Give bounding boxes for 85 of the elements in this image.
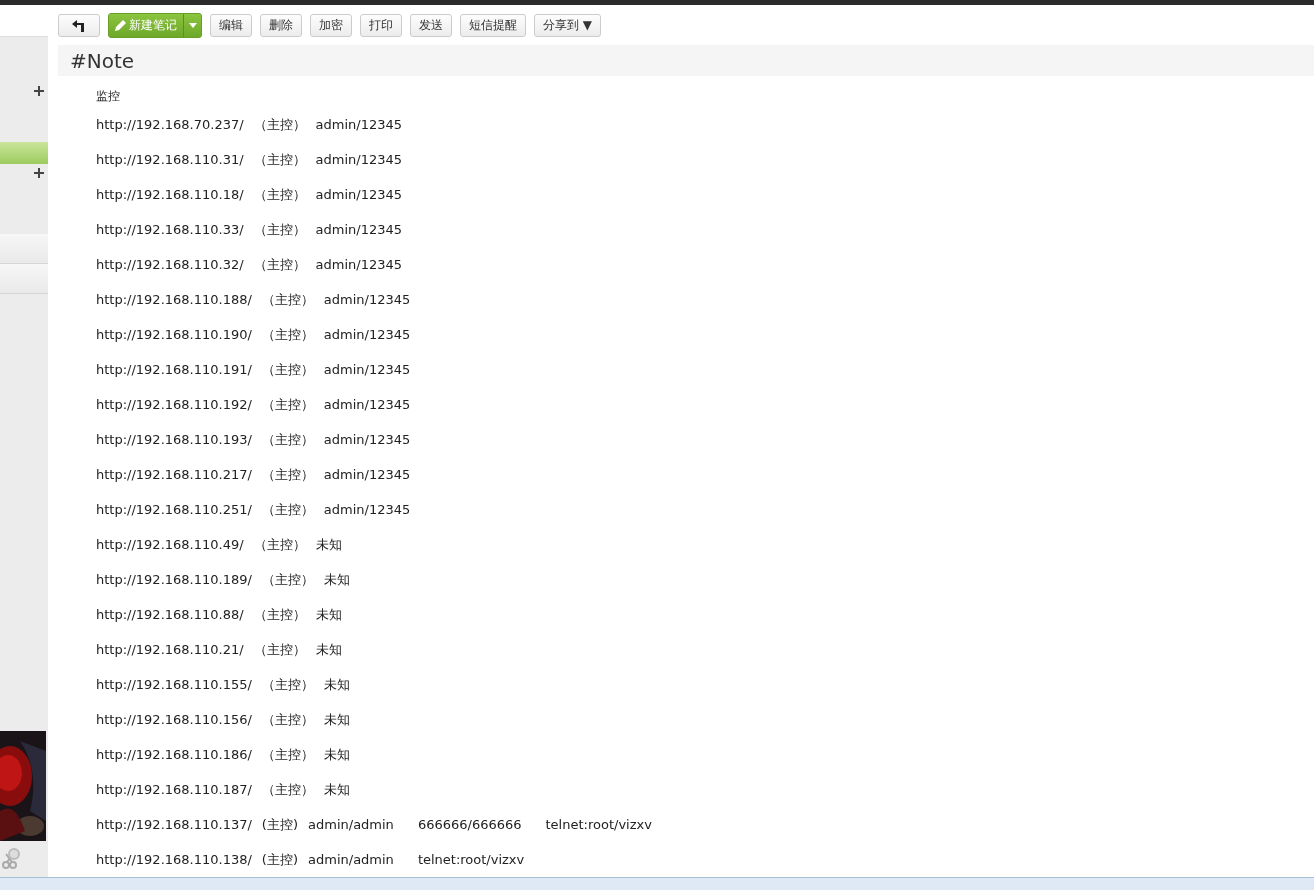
toolbar-button[interactable]: 短信提醒 <box>460 14 526 37</box>
note-text: admin/12345 <box>323 502 411 517</box>
note-text: admin/12345 <box>315 152 403 167</box>
note-url: http://192.168.110.187/ <box>96 782 252 797</box>
note-text: （主控） <box>253 255 306 274</box>
note-text: （主控） <box>253 220 306 239</box>
note-url: http://192.168.110.138/ <box>96 852 252 867</box>
note-text: （主控） <box>253 150 306 169</box>
note-url: http://192.168.110.33/ <box>96 222 244 237</box>
toolbar-button[interactable]: 发送 <box>410 14 452 37</box>
note-text: admin/12345 <box>323 362 411 377</box>
note-text: admin/12345 <box>323 397 411 412</box>
note-url: http://192.168.110.156/ <box>96 712 252 727</box>
note-url: http://192.168.110.190/ <box>96 327 252 342</box>
note-text: （主控） <box>261 325 314 344</box>
note-text: （主控） <box>261 570 314 589</box>
note-url: http://192.168.110.191/ <box>96 362 252 377</box>
note-text: admin/12345 <box>323 292 411 307</box>
note-url: http://192.168.110.251/ <box>96 502 252 517</box>
note-text: 未知 <box>315 640 342 659</box>
plus-icon[interactable] <box>34 86 44 96</box>
toolbar-button[interactable]: 编辑 <box>210 14 252 37</box>
note-text: admin/12345 <box>315 117 403 132</box>
back-button[interactable] <box>58 14 100 37</box>
note-text: admin/12345 <box>323 327 411 342</box>
note-text: （主控） <box>253 535 306 554</box>
note-text: （主控） <box>261 745 314 764</box>
note-text: （主控） <box>261 465 314 484</box>
plus-icon[interactable] <box>34 168 44 178</box>
note-title: #Note <box>70 48 135 73</box>
note-text: （主控） <box>253 185 306 204</box>
toolbar-button[interactable]: 删除 <box>260 14 302 37</box>
note-url: http://192.168.110.137/ <box>96 817 252 832</box>
note-text: telnet:root/vizxv <box>417 852 525 867</box>
back-arrow-icon <box>72 19 86 32</box>
note-url: http://192.168.110.32/ <box>96 257 244 272</box>
note-text: 未知 <box>315 535 342 554</box>
note-text: admin/12345 <box>315 257 403 272</box>
note-url: http://192.168.110.21/ <box>96 642 244 657</box>
note-text: 未知 <box>315 605 342 624</box>
caret-icon <box>188 23 197 28</box>
note-url: http://192.168.110.88/ <box>96 607 244 622</box>
note-heading: 监控 <box>96 88 121 105</box>
note-text: （主控） <box>253 605 306 624</box>
note-url: http://192.168.110.217/ <box>96 467 252 482</box>
note-url: http://192.168.110.49/ <box>96 537 244 552</box>
note-text: admin/12345 <box>315 222 403 237</box>
note-url: http://192.168.110.155/ <box>96 677 252 692</box>
note-text: （主控） <box>261 780 314 799</box>
note-text: （主控） <box>261 360 314 379</box>
note-text: （主控） <box>261 430 314 449</box>
note-text: 未知 <box>323 780 350 799</box>
note-text: （主控） <box>261 500 314 519</box>
note-text: admin/admin <box>308 852 394 867</box>
note-text: admin/12345 <box>315 187 403 202</box>
note-text: 666666/666666 <box>417 817 522 832</box>
note-url: http://192.168.110.186/ <box>96 747 252 762</box>
note-url: http://192.168.110.193/ <box>96 432 252 447</box>
toolbar-button[interactable]: 加密 <box>310 14 352 37</box>
note-text: admin/admin <box>308 817 394 832</box>
note-text: (主控) <box>261 850 298 869</box>
note-url: http://192.168.110.188/ <box>96 292 252 307</box>
note-text: （主控） <box>261 395 314 414</box>
note-url: http://192.168.110.31/ <box>96 152 244 167</box>
note-text: （主控） <box>253 115 306 134</box>
note-url: http://192.168.70.237/ <box>96 117 244 132</box>
pencil-icon <box>115 20 126 31</box>
note-text: 未知 <box>323 745 350 764</box>
share-button[interactable]: 分享到 ▼ <box>534 14 602 37</box>
note-text: admin/12345 <box>323 432 411 447</box>
note-text: 未知 <box>323 710 350 729</box>
note-text: telnet:root/vizxv <box>545 817 652 832</box>
note-text: （主控） <box>261 675 314 694</box>
note-url: http://192.168.110.189/ <box>96 572 252 587</box>
note-url: http://192.168.110.18/ <box>96 187 244 202</box>
note-url: http://192.168.110.192/ <box>96 397 252 412</box>
note-text: admin/12345 <box>323 467 411 482</box>
note-text: （主控） <box>253 640 306 659</box>
note-text: （主控） <box>261 710 314 729</box>
note-text: 未知 <box>323 675 350 694</box>
toolbar-button[interactable]: 打印 <box>360 14 402 37</box>
scissors-icon[interactable] <box>2 848 20 870</box>
note-text: 未知 <box>323 570 350 589</box>
note-text: (主控) <box>261 815 298 834</box>
note-text: （主控） <box>261 290 314 309</box>
